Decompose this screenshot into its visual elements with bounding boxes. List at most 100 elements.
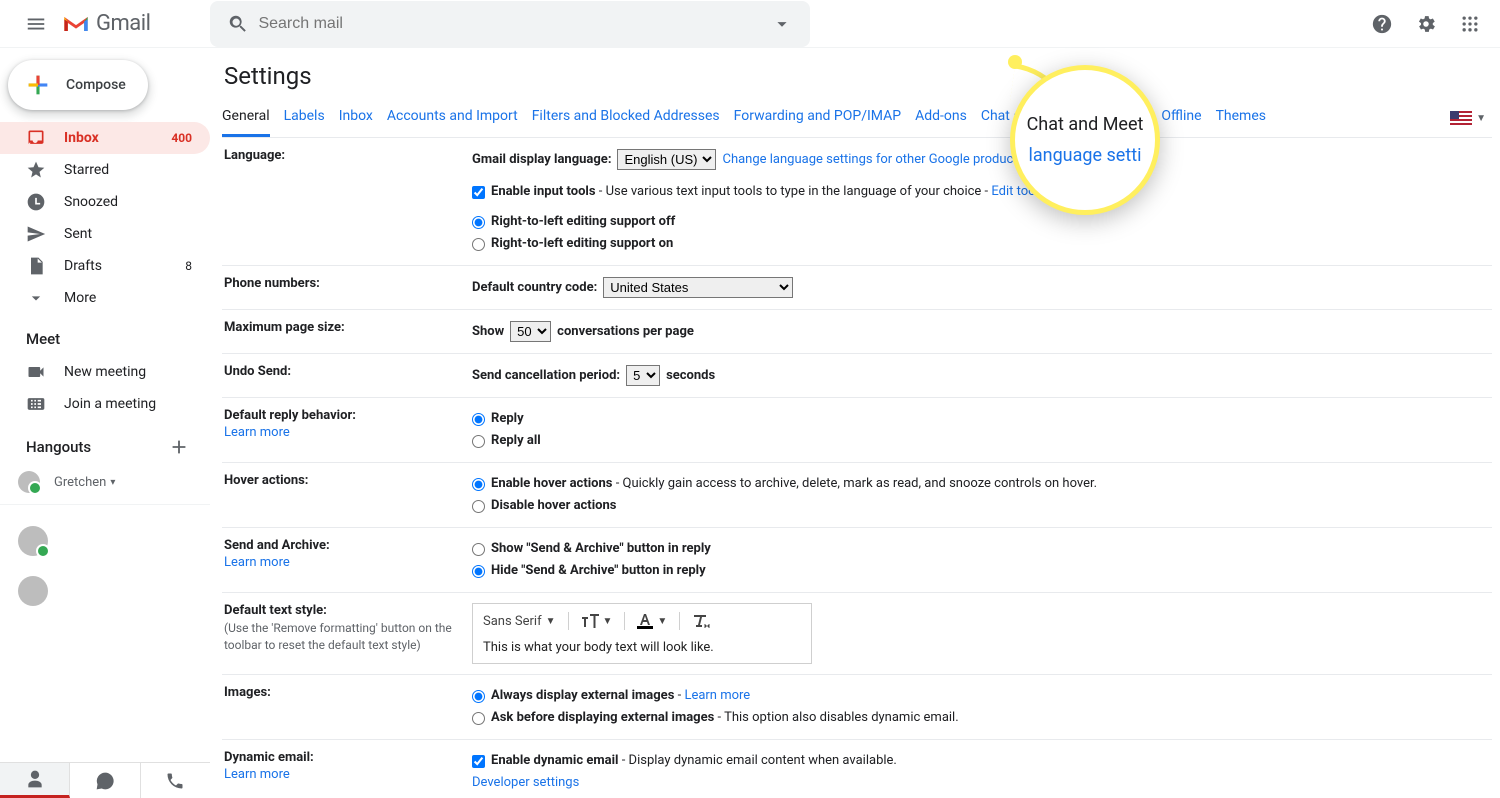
main-menu-button[interactable] (14, 2, 58, 46)
hangouts-contact-row[interactable] (0, 511, 210, 571)
page-size-select[interactable]: 50 (510, 321, 551, 342)
chevron-down-icon: ▾ (110, 477, 115, 488)
search-options-icon[interactable] (762, 4, 802, 44)
apps-grid-icon[interactable] (1448, 2, 1492, 46)
text-color-button[interactable]: ▼ (637, 613, 667, 629)
footer-tab-hangouts[interactable] (70, 763, 140, 798)
hide-send-archive-radio[interactable] (472, 565, 485, 578)
learn-more-link[interactable]: Learn more (684, 688, 750, 703)
footer-tab-contacts[interactable] (0, 763, 70, 798)
chevron-down-icon (26, 288, 46, 308)
show-send-archive-radio[interactable] (472, 543, 485, 556)
developer-settings-link[interactable]: Developer settings (472, 773, 579, 793)
hangouts-section-header: Hangouts (0, 420, 210, 466)
compose-button[interactable]: Compose (8, 60, 148, 110)
cancellation-period-select[interactable]: 5 (626, 365, 660, 386)
ask-before-images-radio[interactable] (472, 712, 485, 725)
tab-labels[interactable]: Labels (284, 100, 325, 137)
tab-accounts-import[interactable]: Accounts and Import (387, 100, 518, 137)
always-display-images-radio[interactable] (472, 690, 485, 703)
gmail-logo[interactable]: Gmail (62, 11, 150, 36)
hangouts-user-name: Gretchen (54, 475, 106, 490)
tab-offline[interactable]: Offline (1161, 100, 1201, 137)
meet-header-label: Meet (26, 330, 60, 348)
section-label: Language: (224, 148, 472, 255)
section-images: Images: Always display external images -… (222, 675, 1492, 740)
seconds-label: seconds (666, 366, 715, 386)
sidebar: Compose Inbox 400 Starred Snoozed Sent D… (0, 48, 210, 798)
sidebar-item-sent[interactable]: Sent (0, 218, 210, 250)
callout-line2: language setti (1028, 145, 1141, 166)
sidebar-footer-tabs (0, 762, 210, 798)
tab-general[interactable]: General (222, 100, 270, 137)
learn-more-link[interactable]: Learn more (224, 767, 472, 782)
rtl-off-radio[interactable] (472, 216, 485, 229)
sidebar-item-snoozed[interactable]: Snoozed (0, 186, 210, 218)
show-label: Show (472, 322, 504, 342)
sidebar-item-inbox[interactable]: Inbox 400 (0, 122, 210, 154)
meet-join-meeting[interactable]: Join a meeting (0, 388, 210, 420)
remove-formatting-button[interactable] (692, 613, 710, 629)
font-size-button[interactable]: ▼ (581, 614, 613, 628)
chevron-down-icon: ▼ (546, 616, 556, 627)
chevron-down-icon: ▼ (657, 616, 667, 627)
show-send-archive-label: Show "Send & Archive" button in reply (491, 539, 711, 559)
tab-add-ons[interactable]: Add-ons (915, 100, 967, 137)
section-label: Hover actions: (224, 473, 472, 517)
reply-all-label: Reply all (491, 431, 541, 451)
font-family-button[interactable]: Sans Serif ▼ (483, 614, 556, 629)
display-language-label: Gmail display language: (472, 150, 611, 170)
person-icon (25, 769, 45, 789)
enable-hover-desc: - Quickly gain access to archive, delete… (612, 476, 1097, 491)
display-language-select[interactable]: English (US) (617, 149, 716, 170)
meet-new-meeting[interactable]: New meeting (0, 356, 210, 388)
section-default-reply: Default reply behavior: Learn more Reply… (222, 398, 1492, 463)
tab-forwarding-pop-imap[interactable]: Forwarding and POP/IMAP (734, 100, 901, 137)
enable-hover-radio[interactable] (472, 478, 485, 491)
ask-before-images-label: Ask before displaying external images (491, 710, 714, 725)
tab-filters-blocked[interactable]: Filters and Blocked Addresses (532, 100, 720, 137)
topbar: Gmail (0, 0, 1500, 48)
tab-inbox[interactable]: Inbox (339, 100, 373, 137)
section-hover-actions: Hover actions: Enable hover actions - Qu… (222, 463, 1492, 528)
enable-input-tools-checkbox[interactable] (472, 186, 485, 199)
hide-send-archive-label: Hide "Send & Archive" button in reply (491, 561, 706, 581)
sidebar-item-label: Starred (64, 162, 109, 178)
support-icon[interactable] (1360, 2, 1404, 46)
always-display-images-label: Always display external images (491, 688, 674, 703)
sidebar-item-count: 400 (171, 131, 192, 145)
tab-themes[interactable]: Themes (1216, 100, 1266, 137)
enable-input-tools-label: Enable input tools (491, 184, 596, 199)
default-country-code-select[interactable]: United States (603, 277, 793, 298)
sidebar-item-label: Drafts (64, 258, 102, 274)
section-send-archive: Send and Archive: Learn more Show "Send … (222, 528, 1492, 593)
disable-hover-label: Disable hover actions (491, 496, 616, 516)
sidebar-item-more[interactable]: More (0, 282, 210, 314)
zoom-callout: Chat and Meet language setti (1010, 65, 1160, 215)
search-input[interactable] (258, 15, 762, 33)
reply-radio[interactable] (472, 413, 485, 426)
text-style-sample: This is what your body text will look li… (483, 638, 801, 655)
hangouts-contact-row[interactable] (0, 571, 210, 611)
rtl-off-label: Right-to-left editing support off (491, 212, 675, 232)
enable-dynamic-email-desc: - Display dynamic email content when ava… (619, 753, 897, 768)
hangouts-user-row[interactable]: Gretchen ▾ (0, 466, 210, 498)
enable-dynamic-email-checkbox[interactable] (472, 755, 485, 768)
default-country-code-label: Default country code: (472, 278, 597, 298)
new-chat-icon[interactable] (168, 436, 190, 458)
sidebar-item-drafts[interactable]: Drafts 8 (0, 250, 210, 282)
settings-gear-icon[interactable] (1404, 2, 1448, 46)
learn-more-link[interactable]: Learn more (224, 555, 472, 570)
disable-hover-radio[interactable] (472, 500, 485, 513)
sidebar-item-starred[interactable]: Starred (0, 154, 210, 186)
section-label: Phone numbers: (224, 276, 472, 299)
learn-more-link[interactable]: Learn more (224, 425, 472, 440)
search-icon[interactable] (218, 4, 258, 44)
footer-tab-calls[interactable] (141, 763, 210, 798)
input-language-switcher[interactable]: ▼ (1450, 100, 1492, 137)
change-language-link[interactable]: Change language settings for other Googl… (722, 150, 1024, 170)
reply-all-radio[interactable] (472, 435, 485, 448)
rtl-on-radio[interactable] (472, 238, 485, 251)
flag-icon (1450, 111, 1472, 127)
text-size-icon (581, 614, 599, 628)
